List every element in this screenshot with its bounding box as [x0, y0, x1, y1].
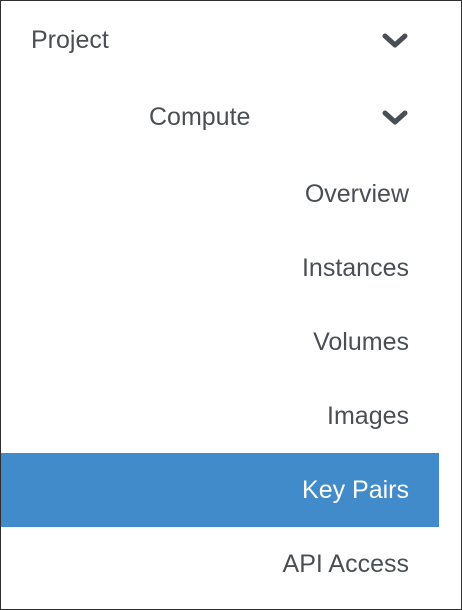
sidebar-nav: Project Compute Overview Instances Volum… [0, 0, 462, 610]
sidebar-item-overview[interactable]: Overview [1, 157, 461, 231]
project-label: Project [31, 26, 109, 54]
sidebar-item-images[interactable]: Images [1, 379, 461, 453]
project-dashboard-toggle[interactable]: Project [1, 10, 461, 70]
compute-nav-list: Overview Instances Volumes Images Key Pa… [1, 157, 461, 601]
sidebar-item-volumes[interactable]: Volumes [1, 305, 461, 379]
sidebar-item-label: Volumes [313, 328, 409, 356]
sidebar-item-api-access[interactable]: API Access [1, 527, 461, 601]
compute-panel-toggle[interactable]: Compute [1, 87, 461, 147]
sidebar-item-key-pairs[interactable]: Key Pairs [1, 453, 439, 527]
sidebar-item-label: API Access [282, 550, 409, 578]
compute-label: Compute [149, 103, 251, 131]
sidebar-item-label: Images [327, 402, 409, 430]
chevron-down-icon [381, 109, 409, 127]
sidebar-item-label: Instances [301, 254, 409, 282]
chevron-down-icon [381, 32, 409, 50]
sidebar-item-label: Key Pairs [302, 476, 409, 504]
sidebar-item-instances[interactable]: Instances [1, 231, 461, 305]
sidebar-item-label: Overview [304, 180, 409, 208]
